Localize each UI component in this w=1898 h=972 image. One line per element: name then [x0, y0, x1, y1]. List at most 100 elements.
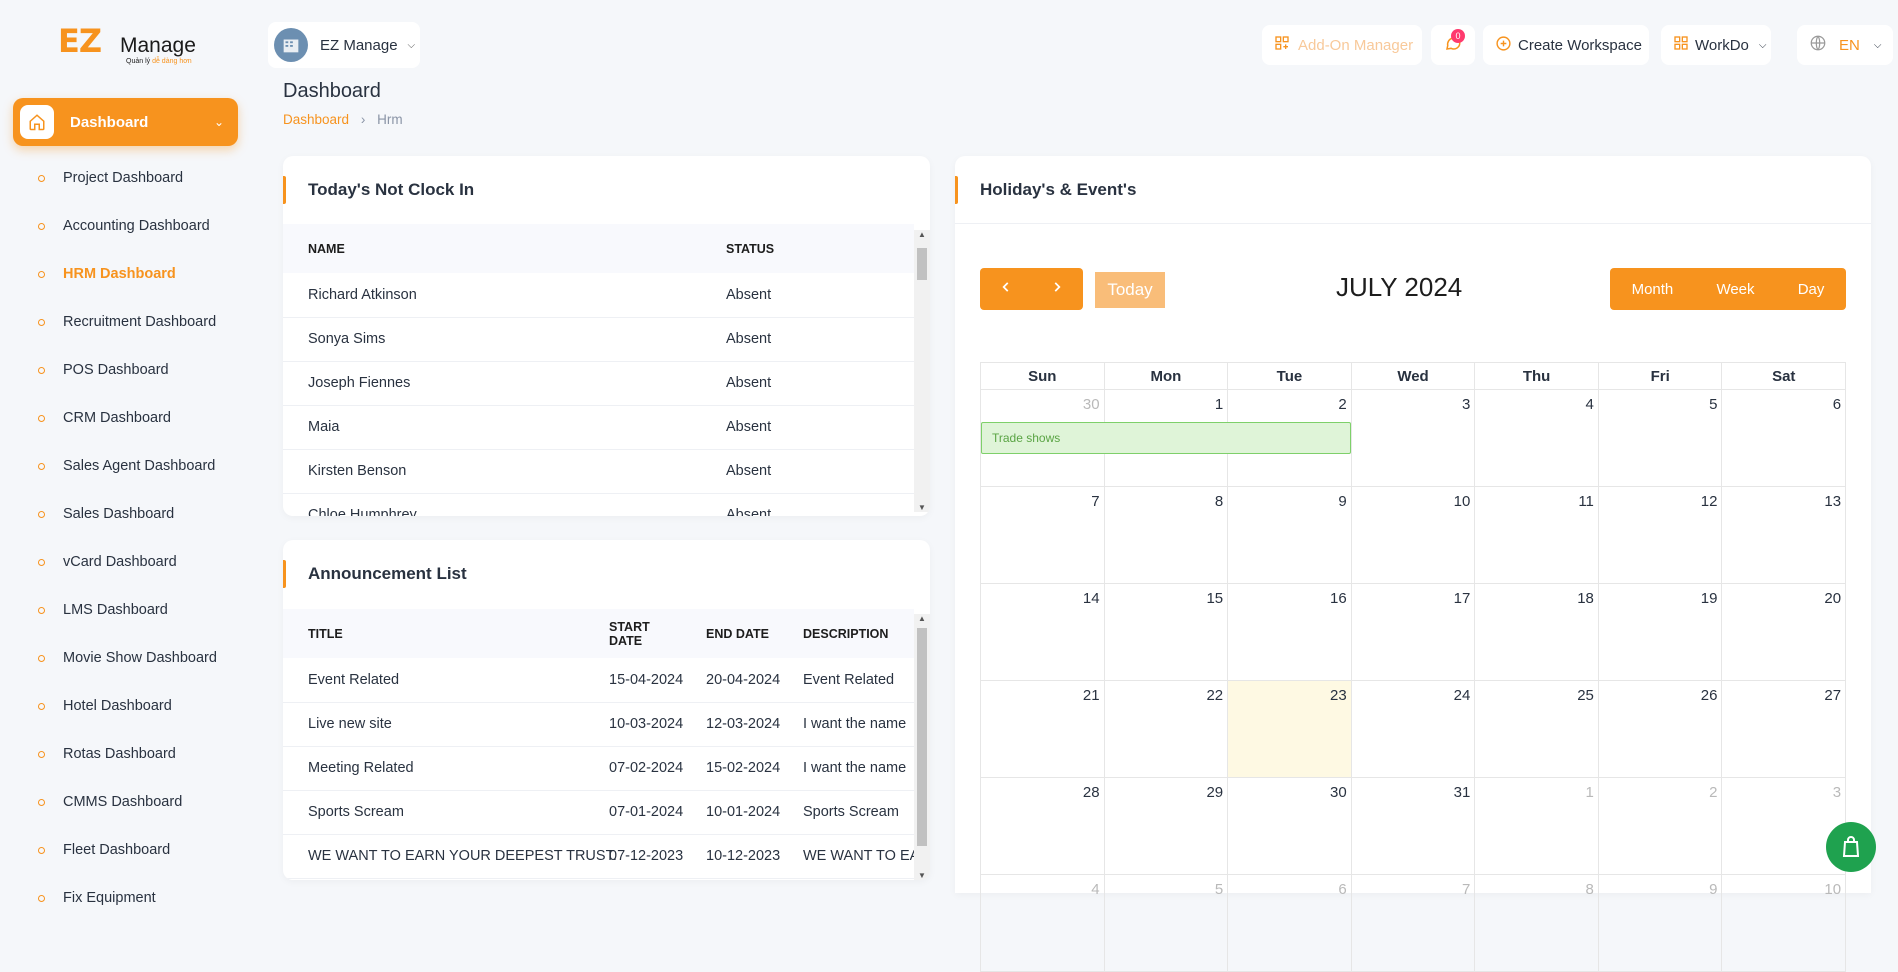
- calendar-day[interactable]: 29: [1104, 778, 1229, 875]
- column-header: STATUS: [701, 224, 914, 273]
- calendar-day[interactable]: 24: [1351, 681, 1476, 778]
- employee-name: Sonya Sims: [283, 317, 701, 362]
- scroll-down-icon[interactable]: ▼: [918, 871, 926, 880]
- workspace-switcher[interactable]: EZ Manage ⌵: [268, 22, 420, 68]
- workdo-menu[interactable]: WorkDo ⌵: [1661, 25, 1771, 65]
- sidebar-item-accounting-dashboard[interactable]: Accounting Dashboard: [0, 202, 250, 250]
- table-row: Richard Atkinson Absent: [283, 273, 914, 318]
- today-button[interactable]: Today: [1095, 272, 1165, 308]
- sidebar-item-cmms-dashboard[interactable]: CMMS Dashboard: [0, 778, 250, 826]
- app-logo[interactable]: EZ Manage Quản lý dễ dàng hơn: [58, 22, 198, 66]
- calendar-day[interactable]: 9: [1598, 875, 1723, 972]
- calendar-day[interactable]: 7: [981, 487, 1105, 584]
- bullet-icon: [38, 846, 45, 854]
- chat-button[interactable]: 0: [1431, 25, 1475, 65]
- calendar-day[interactable]: 18: [1475, 584, 1599, 681]
- sidebar-item-hrm-dashboard[interactable]: HRM Dashboard: [0, 250, 250, 298]
- calendar-day[interactable]: 10: [1722, 875, 1847, 972]
- sidebar-item-movie-show-dashboard[interactable]: Movie Show Dashboard: [0, 634, 250, 682]
- scrollbar-thumb[interactable]: [917, 248, 927, 280]
- scrollbar-thumb[interactable]: [917, 628, 927, 846]
- sidebar-item-sales-dashboard[interactable]: Sales Dashboard: [0, 490, 250, 538]
- calendar-day[interactable]: 2: [1598, 778, 1723, 875]
- calendar-day[interactable]: 8: [1475, 875, 1599, 972]
- clock-in-scrollbar[interactable]: ▲ ▼: [914, 230, 930, 512]
- calendar-day-today[interactable]: 23: [1228, 681, 1352, 778]
- status-text: Absent: [701, 317, 914, 362]
- breadcrumb-root[interactable]: Dashboard: [283, 112, 349, 127]
- calendar-day[interactable]: 12: [1598, 487, 1723, 584]
- calendar-day[interactable]: 1: [1475, 778, 1599, 875]
- calendar-day[interactable]: 15: [1104, 584, 1229, 681]
- sidebar-item-lms-dashboard[interactable]: LMS Dashboard: [0, 586, 250, 634]
- next-month-button[interactable]: [1032, 280, 1082, 299]
- sidebar-item-vcard-dashboard[interactable]: vCard Dashboard: [0, 538, 250, 586]
- announcement-title: Sports Scream: [283, 790, 584, 835]
- calendar-day[interactable]: 5: [1598, 390, 1723, 487]
- calendar-day[interactable]: 14: [981, 584, 1105, 681]
- table-row: Live new site 10-03-2024 12-03-2024 I want …: [283, 702, 914, 747]
- calendar-day[interactable]: 22: [1104, 681, 1229, 778]
- sidebar-item-project-dashboard[interactable]: Project Dashboard: [0, 154, 250, 202]
- calendar-day[interactable]: 17: [1351, 584, 1476, 681]
- calendar-day[interactable]: 6: [1722, 390, 1847, 487]
- addon-manager-button[interactable]: Add-On Manager: [1262, 25, 1422, 65]
- sidebar-item-hotel-dashboard[interactable]: Hotel Dashboard: [0, 682, 250, 730]
- sidebar-item-pos-dashboard[interactable]: POS Dashboard: [0, 346, 250, 394]
- calendar-day[interactable]: 21: [981, 681, 1105, 778]
- calendar-day[interactable]: 3: [1722, 778, 1847, 875]
- view-month-button[interactable]: Month: [1632, 281, 1674, 298]
- calendar-day[interactable]: 30: [1228, 778, 1352, 875]
- view-day-button[interactable]: Day: [1798, 281, 1825, 298]
- language-selector[interactable]: EN ⌵: [1797, 25, 1893, 65]
- sidebar-item-label: Project Dashboard: [63, 170, 184, 186]
- description: Event Related: [778, 658, 914, 703]
- calendar-day[interactable]: 16: [1228, 584, 1352, 681]
- calendar-day[interactable]: 7: [1351, 875, 1476, 972]
- sidebar-item-sales-agent-dashboard[interactable]: Sales Agent Dashboard: [0, 442, 250, 490]
- calendar-day[interactable]: 28: [981, 778, 1105, 875]
- calendar-day[interactable]: 5: [1104, 875, 1229, 972]
- sidebar-item-dashboard[interactable]: Dashboard ⌄: [13, 98, 238, 146]
- sidebar-item-fleet-dashboard[interactable]: Fleet Dashboard: [0, 826, 250, 874]
- calendar-day[interactable]: 9: [1228, 487, 1352, 584]
- calendar-day[interactable]: 20: [1722, 584, 1847, 681]
- calendar-day[interactable]: 13: [1722, 487, 1847, 584]
- scroll-up-icon[interactable]: ▲: [918, 230, 926, 239]
- calendar-day[interactable]: 31: [1351, 778, 1476, 875]
- chevron-left-icon: [1002, 281, 1009, 292]
- sidebar-item-label: Rotas Dashboard: [63, 746, 176, 762]
- calendar-day[interactable]: 10: [1351, 487, 1476, 584]
- employee-name: Joseph Fiennes: [283, 361, 701, 406]
- sidebar-item-rotas-dashboard[interactable]: Rotas Dashboard: [0, 730, 250, 778]
- calendar-day[interactable]: 4: [981, 875, 1105, 972]
- end-date: 10-01-2024: [681, 790, 780, 835]
- sidebar-item-crm-dashboard[interactable]: CRM Dashboard: [0, 394, 250, 442]
- calendar-day[interactable]: 11: [1475, 487, 1599, 584]
- calendar-day[interactable]: 26: [1598, 681, 1723, 778]
- calendar-day[interactable]: 6: [1228, 875, 1352, 972]
- create-workspace-button[interactable]: Create Workspace: [1483, 25, 1649, 65]
- weekday-header: Sun: [981, 363, 1105, 389]
- view-week-button[interactable]: Week: [1716, 281, 1754, 298]
- dashboard-submenu: Project Dashboard Accounting Dashboard H…: [0, 154, 250, 922]
- calendar-day[interactable]: 8: [1104, 487, 1229, 584]
- table-row: Sports Scream 07-01-2024 10-01-2024 Sports …: [283, 790, 914, 835]
- sidebar-item-recruitment-dashboard[interactable]: Recruitment Dashboard: [0, 298, 250, 346]
- prev-month-button[interactable]: [981, 280, 1031, 299]
- sidebar-item-fix-equipment[interactable]: Fix Equipment: [0, 874, 250, 922]
- calendar-event[interactable]: Trade shows: [981, 422, 1351, 454]
- scroll-up-icon[interactable]: ▲: [918, 614, 926, 623]
- calendar-day[interactable]: 3: [1351, 390, 1476, 487]
- announcement-scrollbar[interactable]: ▲ ▼: [914, 614, 930, 880]
- scroll-down-icon[interactable]: ▼: [918, 503, 926, 512]
- globe-icon: [1809, 34, 1827, 56]
- sidebar-item-label: Recruitment Dashboard: [63, 314, 217, 330]
- calendar-day[interactable]: 4: [1475, 390, 1599, 487]
- calendar-day[interactable]: 27: [1722, 681, 1847, 778]
- calendar-day[interactable]: 19: [1598, 584, 1723, 681]
- calendar-day[interactable]: 25: [1475, 681, 1599, 778]
- breadcrumb-current: Hrm: [377, 112, 403, 127]
- cart-button[interactable]: [1826, 822, 1876, 872]
- workspace-avatar: [274, 28, 308, 62]
